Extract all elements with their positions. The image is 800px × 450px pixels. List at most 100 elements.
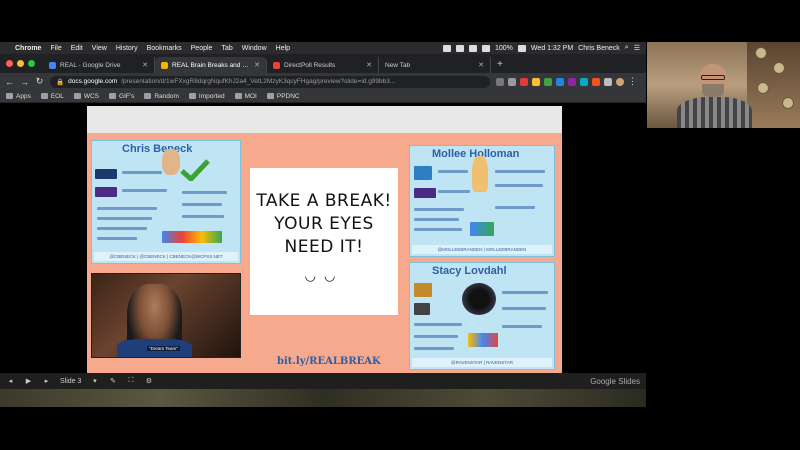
- menu-people[interactable]: People: [191, 45, 213, 52]
- decor-plate: [757, 82, 769, 94]
- bookmark-random[interactable]: Random: [144, 93, 179, 100]
- back-arrow-icon[interactable]: ←: [5, 77, 14, 87]
- extension-icon[interactable]: [532, 77, 540, 86]
- bookmark-label: WCS: [83, 92, 100, 100]
- bookmark-label: Random: [154, 92, 179, 100]
- apps-grid-icon: [6, 93, 13, 99]
- menu-history[interactable]: History: [116, 45, 138, 52]
- close-tab-icon[interactable]: ✕: [142, 61, 148, 69]
- more-menu-icon[interactable]: ⋮: [628, 76, 637, 87]
- logo-icon: [414, 188, 436, 198]
- extension-icon[interactable]: [556, 77, 564, 86]
- text-line: [414, 347, 454, 350]
- close-tab-icon[interactable]: ✕: [254, 61, 260, 69]
- dropdown-icon[interactable]: ▾: [90, 377, 99, 385]
- forward-arrow-icon[interactable]: →: [20, 77, 29, 87]
- text-line: [502, 291, 548, 294]
- logo-icon: [414, 303, 430, 315]
- folder-icon: [144, 93, 152, 99]
- text-line: [414, 323, 462, 326]
- laser-pointer-icon[interactable]: ✎: [108, 377, 117, 385]
- status-icon[interactable]: [455, 44, 464, 52]
- url-domain: docs.google.com: [68, 78, 118, 85]
- settings-gear-icon[interactable]: ⚙: [144, 377, 153, 385]
- tab-new-tab[interactable]: New Tab ✕: [379, 57, 491, 73]
- menubar-clock[interactable]: Wed 1:32 PM: [531, 45, 573, 52]
- slide-number[interactable]: Slide 3: [60, 378, 81, 385]
- puzzle-icon[interactable]: [604, 77, 612, 86]
- menu-help[interactable]: Help: [276, 45, 290, 52]
- slide-canvas[interactable]: Chris Beneck @CBENECK | @CBENECK | CBENE…: [87, 106, 562, 373]
- tab-brain-breaks[interactable]: REAL Brain Breaks and Off Sc... ✕: [155, 57, 267, 73]
- profile-name: Chris Beneck: [122, 143, 193, 155]
- address-bar[interactable]: 🔒 docs.google.com /presentation/d/1wFXxg…: [50, 75, 490, 88]
- text-line: [414, 228, 462, 231]
- spotlight-icon[interactable]: ⌕: [625, 44, 629, 52]
- text-line: [414, 208, 464, 211]
- new-tab-button[interactable]: +: [497, 59, 503, 70]
- extension-icon[interactable]: [544, 77, 552, 86]
- break-line-1: TAKE A BREAK!: [256, 191, 392, 211]
- bookmark-wcs[interactable]: WCS: [73, 92, 100, 100]
- extension-icon[interactable]: [592, 77, 600, 86]
- text-line: [122, 189, 167, 192]
- minimize-window-button[interactable]: [17, 60, 24, 67]
- slide-controls: ◂ ▶ ▸ Slide 3 ▾ ✎ ⛶ ⚙ Google Slides: [0, 373, 646, 389]
- prev-slide-icon[interactable]: ◂: [6, 377, 15, 385]
- menu-tab[interactable]: Tab: [221, 45, 232, 52]
- bookmark-label: PPDNC: [276, 92, 300, 100]
- status-icon[interactable]: [442, 44, 451, 52]
- notification-center-icon[interactable]: ☰: [634, 44, 640, 52]
- menu-bookmarks[interactable]: Bookmarks: [147, 45, 182, 52]
- fullscreen-icon[interactable]: ⛶: [126, 377, 135, 385]
- tab-label: REAL - Google Drive: [60, 61, 121, 69]
- cast-icon[interactable]: [496, 77, 504, 86]
- mac-menubar: Chrome File Edit View History Bookmarks …: [0, 42, 646, 54]
- battery-percent[interactable]: 100%: [495, 45, 513, 52]
- bookmark-eol[interactable]: EOL: [40, 93, 64, 100]
- close-window-button[interactable]: [6, 60, 13, 67]
- zoom-window-button[interactable]: [28, 60, 35, 67]
- bookmark-moi[interactable]: MOI: [234, 93, 257, 100]
- menu-app-name[interactable]: Chrome: [15, 45, 41, 52]
- extension-icon[interactable]: [568, 77, 576, 86]
- menubar-status: 100% Wed 1:32 PM Chris Beneck ⌕ ☰: [442, 44, 640, 52]
- bookmark-imported[interactable]: Imported: [188, 93, 225, 100]
- slide-viewer: Chris Beneck @CBENECK | @CBENECK | CBENE…: [0, 103, 646, 373]
- extension-icon[interactable]: [520, 77, 528, 86]
- decor-plate: [782, 97, 794, 109]
- extension-icon[interactable]: [580, 77, 588, 86]
- volume-icon[interactable]: [481, 44, 490, 52]
- close-tab-icon[interactable]: ✕: [366, 61, 372, 69]
- star-icon[interactable]: [508, 77, 516, 86]
- bookmark-apps[interactable]: Apps: [6, 93, 31, 100]
- close-tab-icon[interactable]: ✕: [478, 61, 484, 69]
- desktop-strip: [0, 389, 646, 407]
- logo-icon: [95, 169, 117, 179]
- bookmark-ppdnc[interactable]: PPDNC: [266, 92, 300, 100]
- tab-label: REAL Brain Breaks and Off Sc...: [172, 61, 251, 69]
- text-line: [122, 171, 162, 174]
- text-line: [182, 191, 227, 194]
- menu-file[interactable]: File: [50, 45, 61, 52]
- menu-view[interactable]: View: [92, 45, 107, 52]
- tab-google-drive[interactable]: REAL - Google Drive ✕: [43, 57, 155, 73]
- slides-favicon-icon: [161, 61, 168, 69]
- menubar-user[interactable]: Chris Beneck: [578, 45, 620, 52]
- wifi-icon[interactable]: [468, 44, 477, 52]
- next-slide-icon[interactable]: ▸: [42, 377, 51, 385]
- bookmark-label: Apps: [16, 92, 31, 100]
- reload-icon[interactable]: ↻: [35, 76, 44, 87]
- badge-strip: [468, 333, 498, 347]
- play-icon[interactable]: ▶: [24, 377, 33, 385]
- photo-caption: "Dream Team": [147, 346, 180, 351]
- tab-directpoll[interactable]: DirectPoll Results ✕: [267, 57, 379, 73]
- menu-edit[interactable]: Edit: [71, 45, 83, 52]
- profile-card-stacy: Stacy Lovdahl @RAVENSTAR | RAVENSTAR: [409, 262, 555, 370]
- break-line-3: NEED IT!: [284, 237, 364, 257]
- bookmark-gifs[interactable]: GIF's: [109, 93, 134, 100]
- menu-window[interactable]: Window: [242, 45, 267, 52]
- short-link[interactable]: bit.ly/REALBREAK: [277, 356, 381, 367]
- battery-icon[interactable]: [517, 44, 526, 52]
- profile-avatar[interactable]: [616, 77, 624, 86]
